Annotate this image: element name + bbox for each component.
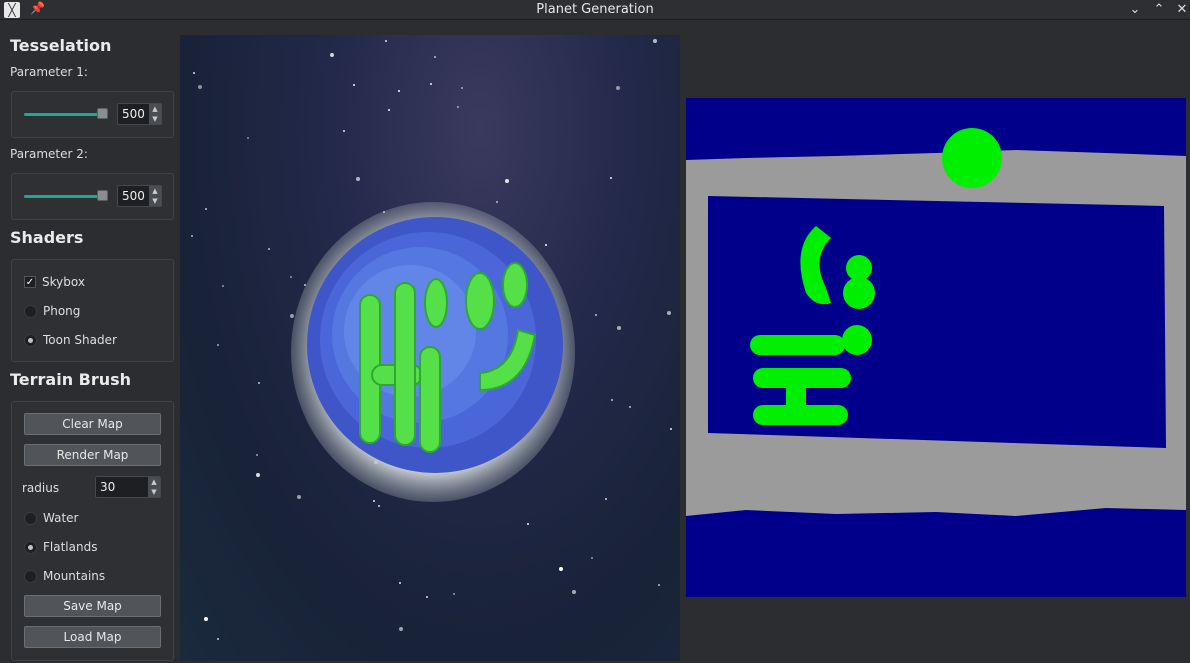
water-radio[interactable] (24, 511, 37, 525)
param1-value: 500 (122, 107, 145, 121)
shaders-title: Shaders (10, 228, 84, 247)
water-label: Water (43, 511, 79, 525)
maximize-icon[interactable]: ⌃ (1150, 1, 1168, 19)
spin-up-icon[interactable]: ▲ (149, 186, 161, 196)
param1-label: Parameter 1: (10, 65, 88, 79)
param2-spinbox[interactable]: 500 ▲ ▼ (117, 185, 162, 207)
planet-render (291, 202, 575, 502)
skybox-checkbox[interactable]: ✓ (24, 276, 36, 288)
tesselation-title: Tesselation (10, 36, 112, 55)
shader-option-toon[interactable]: Toon Shader (24, 331, 117, 349)
shader-option-phong[interactable]: Phong (24, 302, 80, 320)
param1-slider-handle[interactable] (97, 108, 108, 119)
toon-label: Toon Shader (43, 333, 117, 347)
brush-mountains[interactable]: Mountains (24, 567, 105, 585)
control-panel: Tesselation Parameter 1: 500 ▲ ▼ Paramete… (0, 21, 180, 663)
spin-down-icon[interactable]: ▼ (149, 196, 161, 206)
param2-slider-handle[interactable] (97, 190, 108, 201)
flatlands-radio[interactable] (24, 540, 37, 554)
phong-radio[interactable] (24, 304, 37, 318)
shaders-group: ✓ Skybox Phong Toon Shader (11, 259, 174, 362)
toon-radio[interactable] (24, 333, 37, 347)
radius-label: radius (22, 481, 60, 495)
brush-water[interactable]: Water (24, 509, 78, 527)
mountains-label: Mountains (43, 569, 106, 583)
spin-up-icon[interactable]: ▲ (148, 477, 160, 487)
title-bar: ╳ 📌 Planet Generation ⌄ ⌃ ✕ (0, 0, 1190, 20)
phong-label: Phong (43, 304, 81, 318)
flatlands-label: Flatlands (43, 540, 98, 554)
clear-map-button[interactable]: Clear Map (24, 413, 161, 435)
terrain-group: Clear Map Render Map radius 30 ▲ ▼ Water … (11, 401, 174, 661)
close-icon[interactable]: ✕ (1173, 1, 1190, 19)
skybox-label: Skybox (42, 275, 85, 289)
param1-group: 500 ▲ ▼ (11, 91, 174, 138)
radius-value: 30 (100, 480, 116, 494)
brush-flatlands[interactable]: Flatlands (24, 538, 97, 556)
spin-down-icon[interactable]: ▼ (148, 487, 160, 497)
spin-down-icon[interactable]: ▼ (149, 114, 161, 124)
param2-label: Parameter 2: (10, 147, 88, 161)
param2-slider-track[interactable] (24, 195, 104, 198)
window-title: Planet Generation (536, 2, 654, 17)
terrain-brush-title: Terrain Brush (10, 370, 132, 389)
render-map-button[interactable]: Render Map (24, 444, 161, 466)
param2-value: 500 (122, 189, 145, 203)
mountains-radio[interactable] (24, 569, 37, 583)
param1-slider-track[interactable] (24, 113, 104, 116)
radius-spinbox[interactable]: 30 ▲ ▼ (95, 476, 161, 498)
planet-viewport[interactable] (180, 35, 680, 661)
minimize-icon[interactable]: ⌄ (1126, 1, 1144, 19)
spin-up-icon[interactable]: ▲ (149, 104, 161, 114)
save-map-button[interactable]: Save Map (24, 595, 161, 617)
param1-spinbox[interactable]: 500 ▲ ▼ (117, 103, 162, 125)
param2-group: 500 ▲ ▼ (11, 173, 174, 220)
terrain-map[interactable] (686, 98, 1186, 597)
skybox-checkbox-row[interactable]: ✓ Skybox (24, 273, 85, 291)
load-map-button[interactable]: Load Map (24, 626, 161, 648)
